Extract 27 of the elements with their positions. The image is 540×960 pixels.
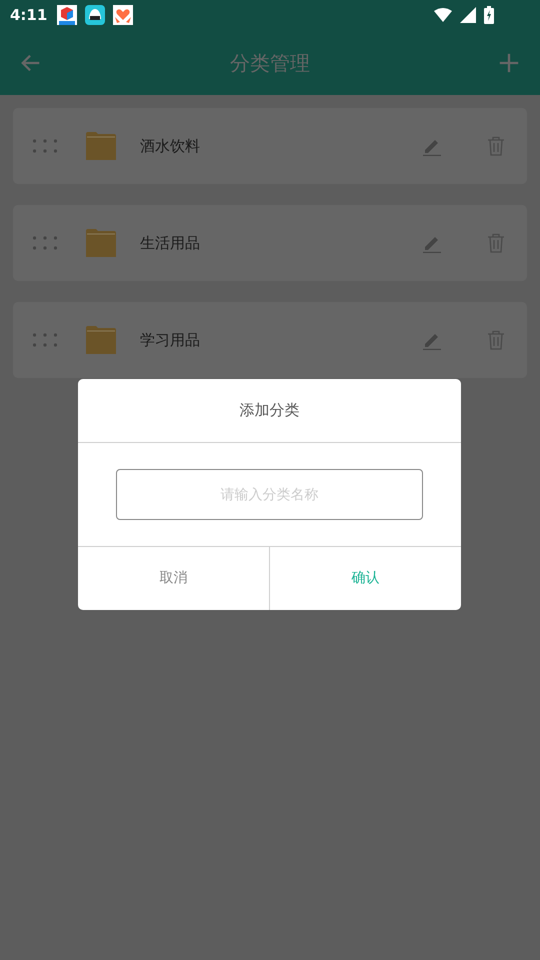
wifi-icon — [434, 8, 452, 22]
folder-icon — [86, 132, 116, 160]
folder-icon — [86, 229, 116, 257]
delete-icon[interactable] — [487, 233, 505, 253]
category-name: 酒水饮料 — [140, 136, 201, 157]
heart-hands-app-icon — [113, 5, 134, 25]
rice-ball-app-icon — [85, 5, 106, 25]
delete-icon[interactable] — [487, 330, 505, 350]
category-card[interactable]: 学习用品 — [13, 302, 527, 378]
header-title: 分类管理 — [230, 50, 310, 74]
folder-icon — [86, 326, 116, 354]
category-card[interactable]: 酒水饮料 — [13, 108, 527, 184]
category-card[interactable]: 生活用品 — [13, 205, 527, 281]
battery-icon — [484, 6, 494, 24]
confirm-button[interactable]: 确认 — [269, 547, 461, 610]
add-icon[interactable] — [498, 52, 520, 74]
cancel-button[interactable]: 取消 — [78, 547, 269, 610]
cube-app-icon — [57, 5, 78, 25]
drag-handle-icon[interactable] — [33, 139, 57, 153]
dialog-title: 添加分类 — [240, 400, 300, 422]
category-name: 生活用品 — [140, 232, 201, 254]
category-name: 学习用品 — [140, 330, 201, 351]
signal-icon — [460, 7, 476, 23]
status-time: 4:11 — [10, 4, 48, 26]
delete-icon[interactable] — [487, 136, 505, 156]
drag-handle-icon[interactable] — [33, 236, 57, 250]
drag-handle-icon[interactable] — [33, 333, 57, 347]
